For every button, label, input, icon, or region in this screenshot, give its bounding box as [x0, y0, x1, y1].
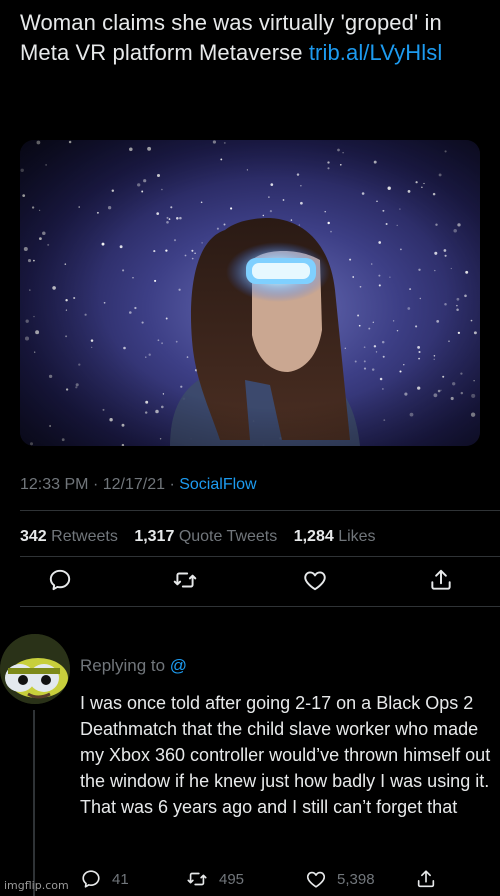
tweet-time: 12:33 PM	[20, 476, 89, 493]
quotes-stat[interactable]: 1,317 Quote Tweets	[134, 528, 277, 545]
reply-icon	[49, 569, 71, 591]
retweets-count: 342	[20, 528, 47, 545]
share-icon	[417, 870, 435, 888]
retweet-count: 495	[219, 870, 245, 888]
thread-line	[33, 710, 35, 896]
meta-separator: ·	[92, 476, 103, 493]
tweet-actions	[0, 563, 500, 599]
retweet-button[interactable]	[168, 563, 202, 597]
tweet-link[interactable]: trib.al/LVyHlsl	[309, 40, 443, 65]
share-icon	[431, 569, 451, 590]
heart-icon	[306, 871, 326, 888]
reply-reply-button[interactable]: 41	[80, 868, 129, 890]
divider	[20, 606, 500, 607]
like-count: 5,398	[337, 870, 375, 888]
likes-count: 1,284	[293, 528, 334, 545]
meta-separator: ·	[169, 476, 180, 493]
reply-share-button[interactable]	[415, 868, 437, 890]
reply-text: I was once told after going 2-17 on a Bl…	[80, 693, 491, 817]
retweet-icon	[173, 572, 197, 588]
tweet-meta: 12:33 PM · 12/17/21 · SocialFlow	[20, 476, 257, 494]
like-button[interactable]	[298, 563, 332, 597]
reply-icon	[82, 870, 100, 888]
replying-to: Replying to @	[80, 656, 187, 676]
reply-count: 41	[112, 870, 129, 888]
retweets-stat[interactable]: 342 Retweets	[20, 528, 118, 545]
reply-like-button[interactable]: 5,398	[305, 868, 375, 890]
share-button[interactable]	[424, 563, 458, 597]
heart-icon	[304, 571, 326, 591]
replying-to-label: Replying to	[80, 656, 166, 675]
vr-headset-photo	[20, 140, 480, 446]
divider	[20, 556, 500, 557]
watermark: imgflip.com	[4, 879, 69, 892]
tweet-stats: 342 Retweets 1,317 Quote Tweets 1,284 Li…	[20, 528, 376, 546]
divider	[20, 510, 500, 511]
quotes-count: 1,317	[134, 528, 175, 545]
reply-button[interactable]	[43, 563, 77, 597]
reply-actions: 41 495 5,398	[80, 868, 480, 894]
avatar[interactable]	[0, 634, 70, 704]
tweet-source[interactable]: SocialFlow	[179, 476, 256, 493]
likes-stat[interactable]: 1,284 Likes	[294, 528, 376, 545]
retweets-label: Retweets	[51, 528, 118, 545]
avatar-image	[0, 634, 70, 704]
tweet-media-image[interactable]	[20, 140, 480, 446]
quotes-label: Quote Tweets	[178, 528, 278, 545]
retweet-icon	[187, 872, 207, 886]
reply-tweet: Replying to @ I was once told after goin…	[0, 612, 500, 896]
reply-retweet-button[interactable]: 495	[185, 868, 244, 890]
likes-label: Likes	[338, 528, 376, 545]
tweet-date: 12/17/21	[102, 476, 165, 493]
tweet-text: Woman claims she was virtually 'groped' …	[20, 8, 480, 68]
replying-to-handle[interactable]: @	[170, 656, 187, 675]
